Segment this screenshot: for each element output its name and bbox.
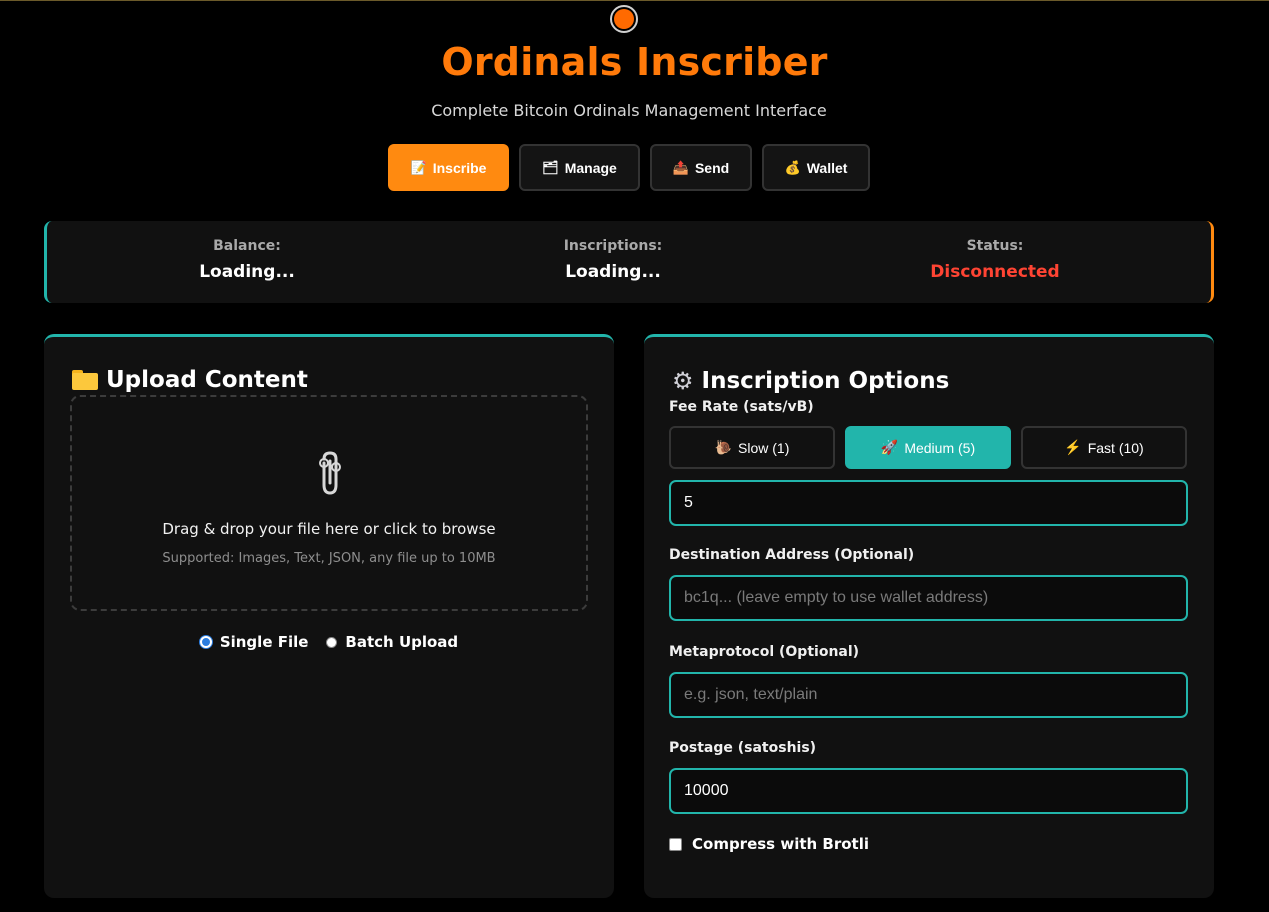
inscription-options-panel: ⚙ Inscription Options Fee Rate (sats/vB)… bbox=[644, 334, 1214, 898]
destination-address-input[interactable] bbox=[669, 575, 1188, 621]
page-title: Ordinals Inscriber bbox=[441, 40, 828, 84]
options-title: ⚙ Inscription Options bbox=[672, 367, 949, 395]
lightning-icon: ⚡ bbox=[1064, 439, 1082, 455]
dropzone-supported-types: Supported: Images, Text, JSON, any file … bbox=[162, 551, 496, 566]
tab-inscribe-label: Inscribe bbox=[432, 159, 487, 176]
outbox-icon: 📤 bbox=[672, 159, 689, 175]
fee-presets: 🐌 Slow (1) 🚀 Medium (5) ⚡ Fast (10) bbox=[669, 426, 1187, 469]
postage-label: Postage (satoshis) bbox=[669, 740, 817, 756]
balance-stat: Balance: Loading... bbox=[147, 238, 347, 282]
fee-fast-label: Fast (10) bbox=[1087, 439, 1144, 456]
upload-panel: Upload Content Drag & drop your file her… bbox=[44, 334, 614, 898]
fee-rate-input[interactable] bbox=[669, 480, 1188, 526]
tab-wallet-label: Wallet bbox=[806, 159, 848, 176]
tab-send-label: Send bbox=[694, 159, 730, 176]
top-border bbox=[0, 0, 1269, 1]
paperclip-icon bbox=[319, 451, 341, 495]
dropzone-instructions: Drag & drop your file here or click to b… bbox=[162, 520, 496, 538]
balance-label: Balance: bbox=[213, 238, 281, 254]
inscriptions-value: Loading... bbox=[565, 262, 661, 282]
folder-icon bbox=[72, 370, 98, 390]
batch-upload-radio[interactable] bbox=[326, 636, 338, 648]
tab-send[interactable]: 📤 Send bbox=[650, 144, 752, 191]
logo-dot bbox=[614, 9, 634, 29]
single-file-label: Single File bbox=[219, 633, 309, 651]
page-subtitle: Complete Bitcoin Ordinals Management Int… bbox=[431, 101, 827, 120]
status-badge: Disconnected bbox=[930, 262, 1060, 282]
compress-checkbox[interactable] bbox=[669, 837, 682, 851]
destination-label: Destination Address (Optional) bbox=[669, 547, 915, 563]
postage-input[interactable] bbox=[669, 768, 1188, 814]
money-bag-icon: 💰 bbox=[784, 159, 801, 175]
inscriptions-stat: Inscriptions: Loading... bbox=[513, 238, 713, 282]
connection-stat: Status: Disconnected bbox=[895, 238, 1095, 282]
tab-manage[interactable]: 🗂 Manage bbox=[519, 144, 640, 191]
options-title-text: Inscription Options bbox=[701, 368, 950, 394]
compress-label: Compress with Brotli bbox=[692, 835, 869, 853]
fee-rate-label: Fee Rate (sats/vB) bbox=[669, 399, 814, 415]
inscriptions-label: Inscriptions: bbox=[563, 238, 663, 254]
rocket-icon: 🚀 bbox=[880, 439, 899, 455]
compress-option[interactable]: Compress with Brotli bbox=[669, 835, 869, 853]
memo-icon: 📝 bbox=[410, 159, 427, 175]
main-nav: 📝 Inscribe 🗂 Manage 📤 Send 💰 Wallet bbox=[388, 144, 870, 191]
tab-wallet[interactable]: 💰 Wallet bbox=[762, 144, 870, 191]
batch-upload-option[interactable]: Batch Upload bbox=[326, 633, 458, 651]
batch-upload-label: Batch Upload bbox=[345, 633, 459, 651]
logo-icon bbox=[610, 5, 638, 33]
status-bar: Balance: Loading... Inscriptions: Loadin… bbox=[44, 221, 1214, 303]
single-file-option[interactable]: Single File bbox=[199, 633, 309, 651]
gear-icon: ⚙ bbox=[672, 367, 694, 395]
upload-title: Upload Content bbox=[72, 367, 308, 393]
fee-slow-label: Slow (1) bbox=[738, 439, 790, 456]
metaprotocol-label: Metaprotocol (Optional) bbox=[669, 644, 860, 660]
fee-slow-button[interactable]: 🐌 Slow (1) bbox=[669, 426, 835, 469]
upload-mode-selector: Single File Batch Upload bbox=[44, 633, 614, 651]
tab-manage-label: Manage bbox=[564, 159, 617, 176]
metaprotocol-input[interactable] bbox=[669, 672, 1188, 718]
tab-inscribe[interactable]: 📝 Inscribe bbox=[388, 144, 509, 191]
folder-tab-icon: 🗂 bbox=[542, 159, 559, 175]
file-dropzone[interactable]: Drag & drop your file here or click to b… bbox=[70, 395, 588, 611]
fee-medium-label: Medium (5) bbox=[904, 439, 976, 456]
fee-medium-button[interactable]: 🚀 Medium (5) bbox=[845, 426, 1011, 469]
balance-value: Loading... bbox=[199, 262, 295, 282]
status-label: Status: bbox=[966, 238, 1024, 254]
snail-icon: 🐌 bbox=[714, 439, 733, 455]
fee-fast-button[interactable]: ⚡ Fast (10) bbox=[1021, 426, 1187, 469]
upload-title-text: Upload Content bbox=[106, 367, 308, 393]
single-file-radio[interactable] bbox=[199, 636, 212, 648]
